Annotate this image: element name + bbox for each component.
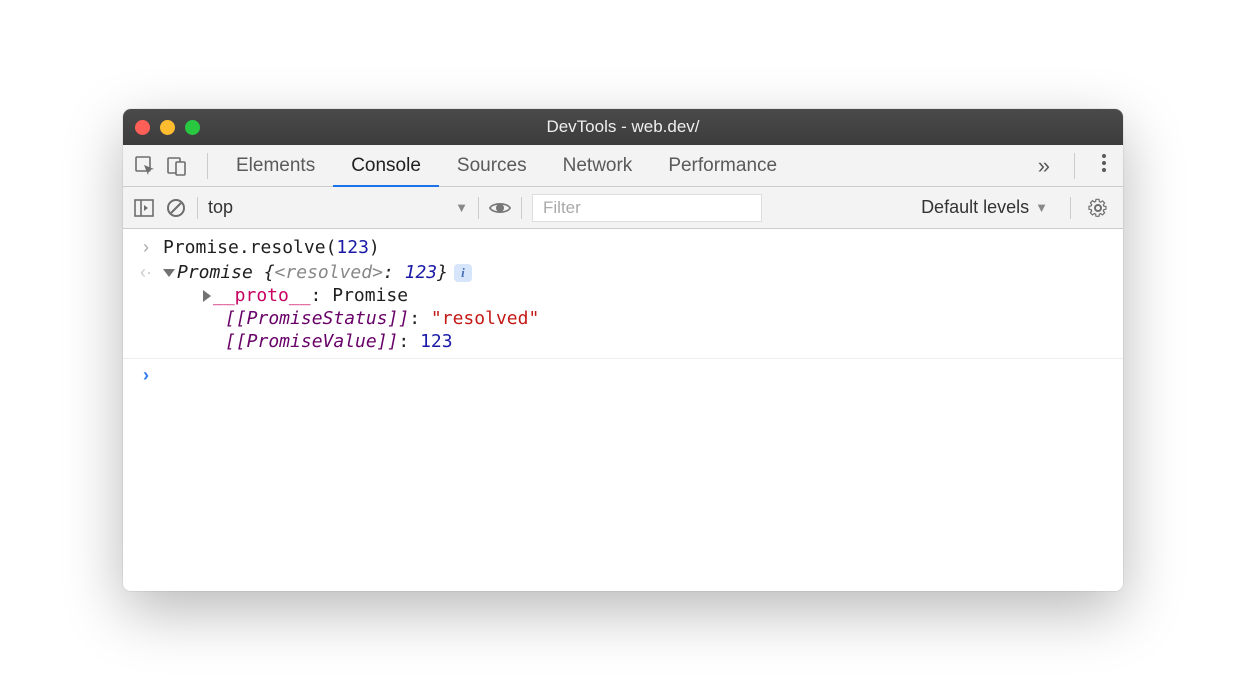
live-expression-icon[interactable] bbox=[489, 197, 511, 219]
prop-sep: : bbox=[409, 308, 431, 329]
minimize-window-button[interactable] bbox=[160, 120, 175, 135]
log-levels-selector[interactable]: Default levels ▼ bbox=[921, 197, 1048, 218]
result-prompt-icon: ‹· bbox=[137, 262, 155, 283]
prop-value: Promise bbox=[332, 285, 408, 306]
prop-key: [[PromiseValue]] bbox=[225, 331, 398, 352]
separator bbox=[521, 197, 522, 219]
brace-close: } bbox=[437, 262, 448, 283]
property-row-proto[interactable]: __proto__: Promise bbox=[123, 285, 1123, 308]
object-type: Promise bbox=[177, 262, 253, 283]
prop-key: __proto__ bbox=[213, 285, 311, 306]
chevron-down-icon: ▼ bbox=[455, 200, 468, 215]
inspect-element-icon[interactable] bbox=[133, 154, 157, 178]
token-arg: 123 bbox=[336, 237, 369, 258]
token-call: Promise.resolve bbox=[163, 237, 326, 258]
console-sidebar-toggle-icon[interactable] bbox=[133, 197, 155, 219]
panel-tabbar: Elements Console Sources Network Perform… bbox=[123, 145, 1123, 187]
fullscreen-window-button[interactable] bbox=[185, 120, 200, 135]
value-entry: [[PromiseValue]]: 123 bbox=[137, 331, 453, 352]
tab-sources[interactable]: Sources bbox=[439, 145, 545, 187]
clear-console-icon[interactable] bbox=[165, 197, 187, 219]
brace-open: { bbox=[253, 262, 275, 283]
property-row-value[interactable]: [[PromiseValue]]: 123 bbox=[123, 331, 1123, 359]
console-body[interactable]: › Promise.resolve(123) ‹· Promise {<reso… bbox=[123, 229, 1123, 591]
console-result-line[interactable]: ‹· Promise {<resolved>: 123} i bbox=[123, 260, 1123, 285]
console-filter-input[interactable] bbox=[532, 194, 762, 222]
info-badge-icon[interactable]: i bbox=[454, 264, 472, 282]
console-input-line[interactable]: › Promise.resolve(123) bbox=[123, 235, 1123, 260]
state-angle-close: > bbox=[372, 262, 383, 283]
settings-menu-icon[interactable] bbox=[1085, 153, 1123, 178]
proto-entry[interactable]: __proto__: Promise bbox=[137, 285, 408, 306]
device-toolbar-icon[interactable] bbox=[165, 154, 189, 178]
prop-key: [[PromiseStatus]] bbox=[225, 308, 409, 329]
prop-value: "resolved" bbox=[431, 308, 539, 329]
window-controls bbox=[135, 120, 200, 135]
titlebar: DevTools - web.dev/ bbox=[123, 109, 1123, 145]
expand-triangle-down-icon[interactable] bbox=[163, 269, 175, 277]
prop-value: 123 bbox=[420, 331, 453, 352]
token-paren-close: ) bbox=[369, 237, 380, 258]
separator bbox=[197, 197, 198, 219]
tab-network[interactable]: Network bbox=[545, 145, 651, 187]
console-prompt-line[interactable]: › bbox=[123, 363, 1123, 388]
window-title: DevTools - web.dev/ bbox=[123, 117, 1123, 137]
separator bbox=[207, 153, 208, 179]
tab-elements[interactable]: Elements bbox=[218, 145, 333, 187]
tab-performance[interactable]: Performance bbox=[650, 145, 795, 187]
state-value: 123 bbox=[405, 262, 438, 283]
property-row-status[interactable]: [[PromiseStatus]]: "resolved" bbox=[123, 308, 1123, 331]
state-sep: : bbox=[383, 262, 405, 283]
levels-label: Default levels bbox=[921, 197, 1029, 218]
execution-context-selector[interactable]: top ▼ bbox=[208, 197, 468, 218]
result-header[interactable]: Promise {<resolved>: 123} i bbox=[163, 262, 472, 283]
status-entry: [[PromiseStatus]]: "resolved" bbox=[137, 308, 539, 329]
expand-triangle-right-icon[interactable] bbox=[203, 290, 211, 302]
separator bbox=[478, 197, 479, 219]
input-code: Promise.resolve(123) bbox=[163, 237, 380, 258]
state-text: resolved bbox=[285, 262, 372, 283]
panel-tabs: Elements Console Sources Network Perform… bbox=[218, 145, 1024, 187]
context-label: top bbox=[208, 197, 233, 218]
input-prompt-icon: › bbox=[137, 237, 155, 258]
console-settings-icon[interactable] bbox=[1087, 197, 1109, 219]
token-paren-open: ( bbox=[326, 237, 337, 258]
state-angle-open: < bbox=[275, 262, 286, 283]
console-filterbar: top ▼ Default levels ▼ bbox=[123, 187, 1123, 229]
separator bbox=[1074, 153, 1075, 179]
devtools-window: DevTools - web.dev/ Elements Console Sou… bbox=[123, 109, 1123, 591]
active-prompt-icon: › bbox=[137, 365, 155, 386]
tabs-overflow-icon[interactable]: » bbox=[1024, 153, 1064, 179]
chevron-down-icon: ▼ bbox=[1035, 200, 1048, 215]
separator bbox=[1070, 197, 1071, 219]
prop-sep: : bbox=[311, 285, 333, 306]
prop-sep: : bbox=[398, 331, 420, 352]
close-window-button[interactable] bbox=[135, 120, 150, 135]
tab-console[interactable]: Console bbox=[333, 145, 439, 187]
